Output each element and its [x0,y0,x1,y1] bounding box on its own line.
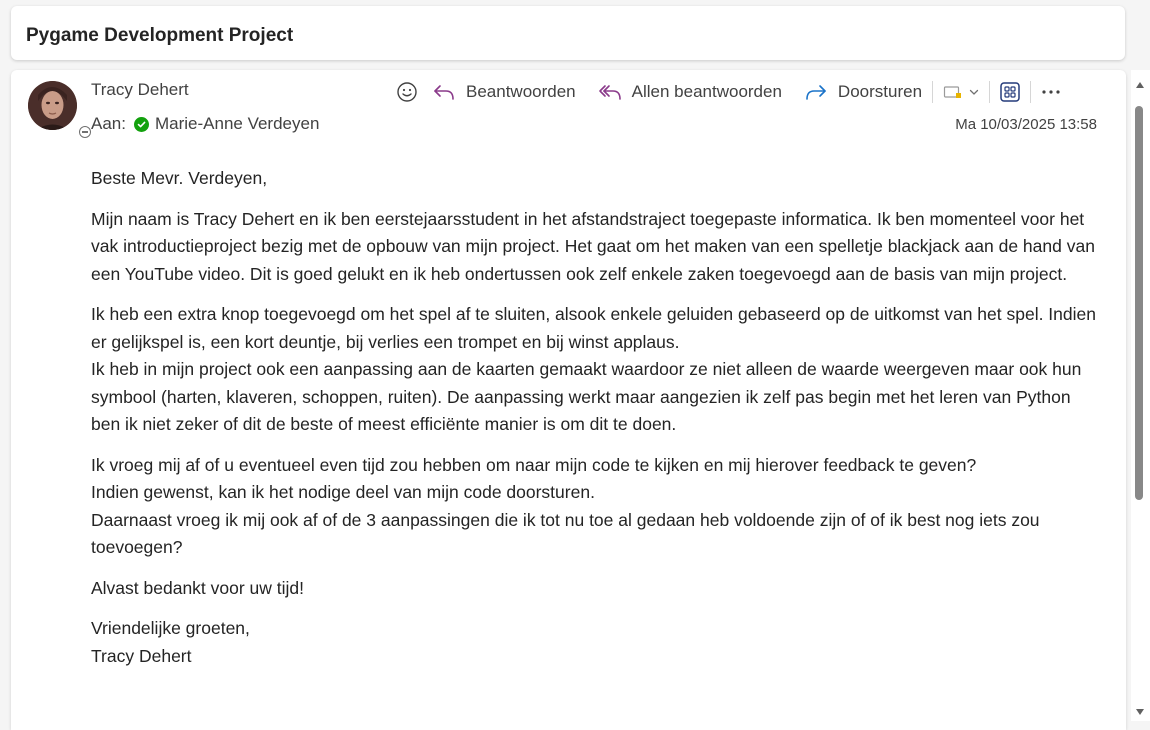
signature-block: Vriendelijke groeten, Tracy Dehert [91,615,1101,670]
emoji-icon [397,82,417,102]
email-message: Tracy Dehert Aan: Marie-Anne Verdeyen Ma… [11,70,1126,730]
reply-all-button[interactable]: Allen beantwoorden [598,77,782,107]
emoji-button[interactable] [396,77,418,107]
avatar-photo [28,81,77,130]
available-check-icon [133,116,149,132]
reply-icon [434,85,454,100]
categorize-button[interactable] [943,77,979,107]
body-line: Ik heb een extra knop toegevoegd om het … [91,304,1096,352]
scroll-down-arrow-icon[interactable] [1136,709,1144,715]
body-line: Ik vroeg mij af of u eventueel even tijd… [91,454,977,475]
subject-header: Pygame Development Project [11,6,1125,60]
vertical-scrollbar[interactable] [1131,70,1150,721]
body-paragraph: Mijn naam is Tracy Dehert en ik ben eers… [91,208,1095,284]
apps-button[interactable] [1000,77,1020,107]
sender-name[interactable]: Tracy Dehert [91,80,189,100]
more-icon [1042,90,1060,94]
signature-name: Tracy Dehert [91,645,192,666]
tag-icon [943,86,962,98]
email-body: Beste Mevr. Verdeyen, Mijn naam is Tracy… [91,165,1101,683]
chevron-down-icon [969,89,979,95]
reply-all-label: Allen beantwoorden [631,82,782,101]
body-line: Ik heb in mijn project ook een aanpassin… [91,359,1082,434]
message-toolbar: Beantwoorden Allen beantwoorden Doorstur… [396,77,1061,107]
forward-button[interactable]: Doorsturen [804,77,922,107]
avatar[interactable] [28,81,93,140]
scroll-thumb[interactable] [1135,106,1143,500]
greeting: Beste Mevr. Verdeyen, [91,168,268,188]
reply-all-icon [598,85,621,100]
scroll-up-arrow-icon[interactable] [1136,82,1144,88]
toolbar-divider [1030,81,1032,103]
reply-label: Beantwoorden [466,82,576,101]
apps-icon [1000,82,1020,102]
body-line: Daarnaast vroeg ik mij ook af of de 3 aa… [91,509,1040,558]
body-paragraph: Ik heb een extra knop toegevoegd om het … [91,301,1101,439]
reply-button[interactable]: Beantwoorden [432,77,576,107]
body-line: Indien gewenst, kan ik het nodige deel v… [91,482,595,502]
sent-date: Ma 10/03/2025 13:58 [955,116,1097,133]
to-label: Aan: [91,114,126,133]
closing: Vriendelijke groeten, [91,618,250,638]
recipient-line: Aan: Marie-Anne Verdeyen [91,114,319,134]
more-actions-button[interactable] [1041,77,1061,107]
email-subject: Pygame Development Project [26,25,294,46]
forward-icon [806,85,826,100]
recipient-name[interactable]: Marie-Anne Verdeyen [155,114,319,134]
forward-label: Doorsturen [837,82,923,101]
thanks-line: Alvast bedankt voor uw tijd! [91,577,305,598]
toolbar-divider [989,81,991,103]
toolbar-divider [932,81,934,103]
body-paragraph: Ik vroeg mij af of u eventueel even tijd… [91,452,1101,562]
